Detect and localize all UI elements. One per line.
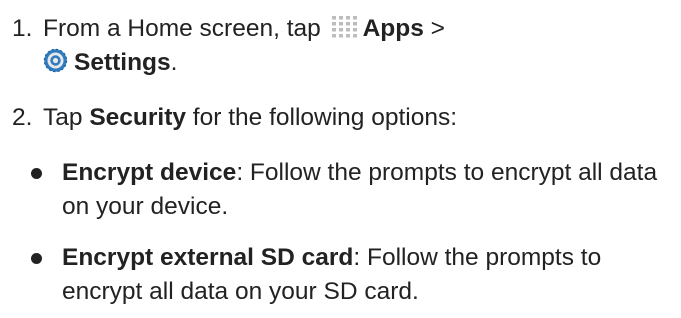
settings-label: Settings <box>74 49 171 76</box>
step-1: 1. From a Home screen, tap Apps > Setting… <box>12 12 672 80</box>
apps-grid-cell <box>338 27 343 32</box>
apps-grid-cell <box>345 27 350 32</box>
bullet-dot <box>31 168 42 179</box>
apps-grid-cell <box>331 33 336 38</box>
apps-grid-cell <box>331 27 336 32</box>
step-1-text: From a Home screen, tap Apps > Settings. <box>43 12 672 80</box>
bullet-term: Encrypt device <box>62 159 237 186</box>
apps-grid-cell <box>338 33 343 38</box>
step-text-rest: for the following options: <box>186 104 458 131</box>
apps-grid-svg <box>331 15 357 38</box>
gear-hub <box>52 57 59 64</box>
apps-label: Apps <box>362 15 424 42</box>
apps-grid-cell <box>345 15 350 20</box>
step-text: From a Home screen, tap <box>43 15 328 42</box>
apps-grid-cell <box>352 33 357 38</box>
step-end: . <box>170 49 178 76</box>
apps-grid-cell <box>352 15 357 20</box>
bullet-text: Encrypt device: Follow the prompts to en… <box>62 156 661 224</box>
bullet-encrypt-device: Encrypt device: Follow the prompts to en… <box>31 156 661 224</box>
apps-grid-cell <box>345 33 350 38</box>
settings-gear-icon <box>43 48 68 73</box>
apps-grid-cell <box>338 21 343 26</box>
apps-grid-cell <box>331 21 336 26</box>
bullet-dot <box>31 253 42 264</box>
apps-grid-cell <box>345 21 350 26</box>
apps-grid-cell <box>352 27 357 32</box>
settings-gear-svg <box>43 48 68 73</box>
bullet-term: Encrypt external SD card <box>62 244 354 271</box>
step-text: Tap <box>43 104 90 131</box>
apps-grid-icon <box>330 15 359 39</box>
apps-grid-cell <box>352 21 357 26</box>
step-number: 1. <box>12 15 33 42</box>
bullet-encrypt-sd-card: Encrypt external SD card: Follow the pro… <box>31 241 661 309</box>
apps-grid-cell <box>331 15 336 20</box>
bullet-text: Encrypt external SD card: Follow the pro… <box>62 241 661 309</box>
step-number: 2. <box>12 104 33 131</box>
step-2-text: Tap Security for the following options: <box>43 101 672 135</box>
step-2: 2. Tap Security for the following option… <box>12 101 672 135</box>
security-label: Security <box>89 104 186 131</box>
menu-separator: > <box>423 15 445 42</box>
apps-grid-cell <box>338 15 343 20</box>
